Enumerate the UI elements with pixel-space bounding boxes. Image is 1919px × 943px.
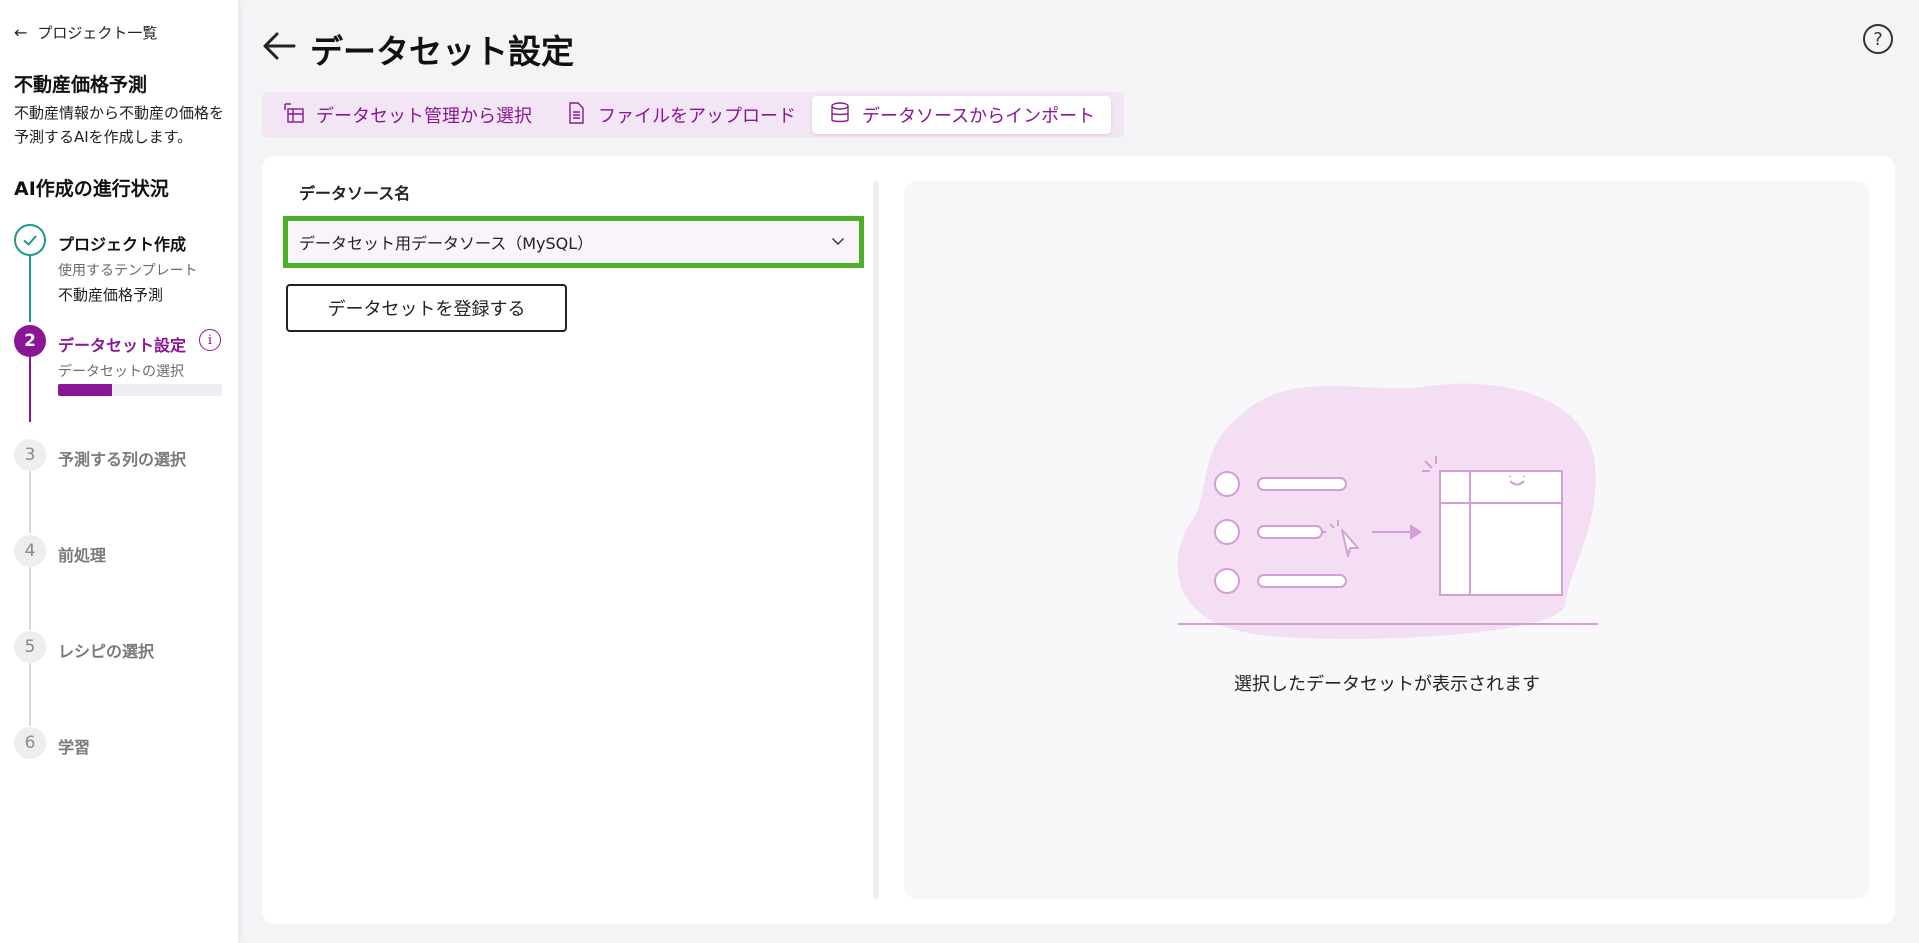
step-1-check-icon	[14, 224, 46, 256]
tab-file-upload[interactable]: ファイルをアップロード	[548, 96, 812, 134]
step-1-value: 不動産価格予測	[58, 286, 164, 304]
tab-datasource-import-label: データソースからインポート	[862, 106, 1096, 127]
help-icon[interactable]: ?	[1863, 24, 1893, 54]
project-title: 不動産価格予測	[14, 74, 148, 96]
page-header: データセット設定	[262, 25, 574, 73]
tab-datasource-import[interactable]: データソースからインポート	[812, 96, 1112, 134]
dataset-manage-icon	[282, 101, 306, 130]
step-3-label: 予測する列の選択	[58, 450, 187, 469]
step-2-label: データセット設定	[58, 336, 187, 355]
step-connector	[29, 567, 31, 630]
step-1-sub: 使用するテンプレート	[58, 263, 198, 279]
page-title: データセット設定	[310, 32, 574, 71]
tab-dataset-manage[interactable]: データセット管理から選択	[266, 96, 548, 134]
tab-file-upload-label: ファイルをアップロード	[598, 106, 796, 127]
step-connector	[29, 256, 31, 322]
step-6-label: 学習	[58, 738, 91, 757]
database-icon	[828, 101, 852, 130]
step-5-number: 5	[14, 631, 46, 663]
panel-divider[interactable]	[873, 181, 879, 899]
step-6-number: 6	[14, 727, 46, 759]
source-tabs: データセット管理から選択 ファイルをアップロード データソースからインポート	[262, 92, 1124, 138]
step-4-label: 前処理	[58, 546, 107, 565]
step-connector	[29, 470, 31, 533]
step-1-label: プロジェクト作成	[58, 235, 187, 254]
file-icon	[564, 101, 588, 130]
empty-dataset-illustration	[1177, 383, 1598, 639]
step-connector	[29, 356, 31, 422]
datasource-name-label: データソース名	[299, 184, 411, 203]
project-description: 不動産情報から不動産の価格を予測するAIを作成します。	[14, 104, 225, 146]
step-2-progress-bar	[58, 384, 222, 396]
tab-dataset-manage-label: データセット管理から選択	[316, 106, 532, 127]
back-to-projects-link[interactable]: ← プロジェクト一覧	[14, 22, 157, 43]
back-arrow-icon[interactable]	[262, 31, 296, 67]
datasource-select[interactable]: データセット用データソース（MySQL）	[283, 216, 864, 268]
step-2-number: 2	[14, 325, 46, 357]
progress-title: AI作成の進行状況	[14, 178, 169, 200]
step-5-label: レシピの選択	[58, 642, 155, 661]
step-4-number: 4	[14, 535, 46, 567]
datasource-select-value: データセット用データソース（MySQL）	[299, 234, 594, 253]
step-connector	[29, 663, 31, 726]
step-3-number: 3	[14, 439, 46, 471]
info-icon[interactable]: i	[199, 329, 221, 351]
arrow-left-icon: ←	[14, 23, 28, 42]
chevron-down-icon	[831, 233, 845, 252]
step-2-sub: データセットの選択	[58, 364, 184, 380]
empty-preview-message: 選択したデータセットが表示されます	[1234, 674, 1540, 695]
back-link-label: プロジェクト一覧	[37, 24, 158, 42]
sidebar: ← プロジェクト一覧 不動産価格予測 不動産情報から不動産の価格を予測するAIを…	[0, 0, 238, 943]
register-dataset-button[interactable]: データセットを登録する	[286, 284, 567, 332]
